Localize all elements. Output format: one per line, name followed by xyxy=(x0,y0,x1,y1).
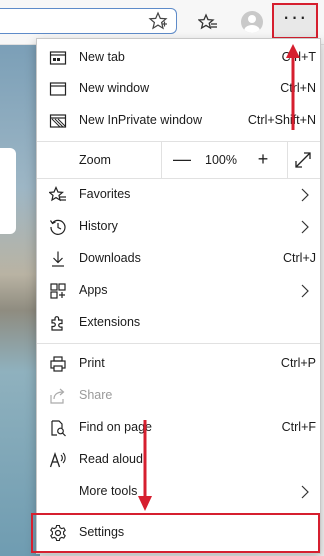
print-icon xyxy=(50,356,66,372)
zoom-label: Zoom xyxy=(79,153,111,167)
find-icon xyxy=(51,420,66,437)
favorites-icon xyxy=(49,186,66,202)
arrow-up-annotation xyxy=(286,44,300,130)
new-window-icon xyxy=(49,82,67,96)
menu-item-print[interactable]: Print Ctrl+P xyxy=(37,349,320,379)
menu-label: New InPrivate window xyxy=(79,113,202,127)
menu-label: More tools xyxy=(79,484,138,498)
history-icon xyxy=(50,219,66,235)
address-bar[interactable] xyxy=(0,8,177,34)
settings-highlight-box xyxy=(31,513,320,553)
zoom-divider xyxy=(287,142,288,178)
menu-item-extensions[interactable]: Extensions xyxy=(37,308,320,338)
read-aloud-icon xyxy=(49,452,66,468)
favorites-button[interactable] xyxy=(194,8,222,36)
browser-window: ··· New tab Ctrl+T New window Ctrl+N New… xyxy=(0,0,324,556)
menu-item-read-aloud[interactable]: Read aloud xyxy=(37,445,320,475)
menu-item-downloads[interactable]: Downloads Ctrl+J xyxy=(37,244,320,274)
download-icon xyxy=(52,251,64,267)
menu-item-more-tools[interactable]: More tools xyxy=(37,477,320,507)
menu-item-find-on-page[interactable]: Find on page Ctrl+F xyxy=(37,413,320,443)
chevron-right-icon xyxy=(301,485,309,499)
share-icon xyxy=(50,388,65,404)
menu-label: Read aloud xyxy=(79,452,143,466)
menu-item-new-tab[interactable]: New tab Ctrl+T xyxy=(37,43,320,73)
menu-label: Apps xyxy=(79,283,108,297)
page-card xyxy=(0,148,16,234)
menu-shortcut: Ctrl+F xyxy=(281,420,316,434)
menu-label: Favorites xyxy=(79,187,131,201)
zoom-in-button[interactable]: + xyxy=(251,150,275,170)
apps-icon xyxy=(50,283,66,299)
settings-and-more-button[interactable]: ··· xyxy=(272,3,318,39)
menu-shortcut: Ctrl+Shift+N xyxy=(247,113,316,127)
zoom-out-button[interactable]: — xyxy=(170,150,194,170)
extensions-icon xyxy=(51,316,63,331)
menu-item-history[interactable]: History xyxy=(37,212,320,242)
new-tab-icon xyxy=(49,51,67,65)
chevron-right-icon xyxy=(301,284,309,298)
menu-label: Share xyxy=(79,388,113,402)
menu-item-new-window[interactable]: New window Ctrl+N xyxy=(37,74,320,104)
menu-item-favorites[interactable]: Favorites xyxy=(37,180,320,210)
menu-label: History xyxy=(79,219,118,233)
menu-label: Print xyxy=(79,356,105,370)
menu-item-share: Share xyxy=(37,381,320,411)
menu-item-apps[interactable]: Apps xyxy=(37,276,320,306)
page-background xyxy=(0,44,40,556)
favorites-icon xyxy=(198,13,217,30)
inprivate-icon xyxy=(49,114,67,128)
zoom-divider xyxy=(161,142,162,178)
arrow-down-annotation xyxy=(138,420,152,511)
menu-label: Extensions xyxy=(79,315,141,329)
menu-divider xyxy=(37,343,320,344)
menu-label: Downloads xyxy=(79,251,141,265)
zoom-level: 100% xyxy=(205,153,237,167)
menu-divider xyxy=(37,178,320,179)
chevron-right-icon xyxy=(301,188,309,202)
menu-label: New window xyxy=(79,81,150,95)
chevron-right-icon xyxy=(301,220,309,234)
settings-and-more-menu: New tab Ctrl+T New window Ctrl+N New InP… xyxy=(36,38,321,554)
zoom-row: Zoom — 100% + xyxy=(37,142,320,178)
profile-button[interactable] xyxy=(238,8,266,36)
menu-shortcut: Ctrl+J xyxy=(283,251,316,265)
more-icon: ··· xyxy=(282,4,308,29)
fullscreen-icon[interactable] xyxy=(294,151,312,169)
avatar xyxy=(241,11,263,33)
menu-label: New tab xyxy=(79,50,125,64)
menu-item-new-inprivate-window[interactable]: New InPrivate window Ctrl+Shift+N xyxy=(37,106,320,136)
add-favorite-icon[interactable] xyxy=(148,11,168,31)
menu-shortcut: Ctrl+P xyxy=(280,356,316,370)
